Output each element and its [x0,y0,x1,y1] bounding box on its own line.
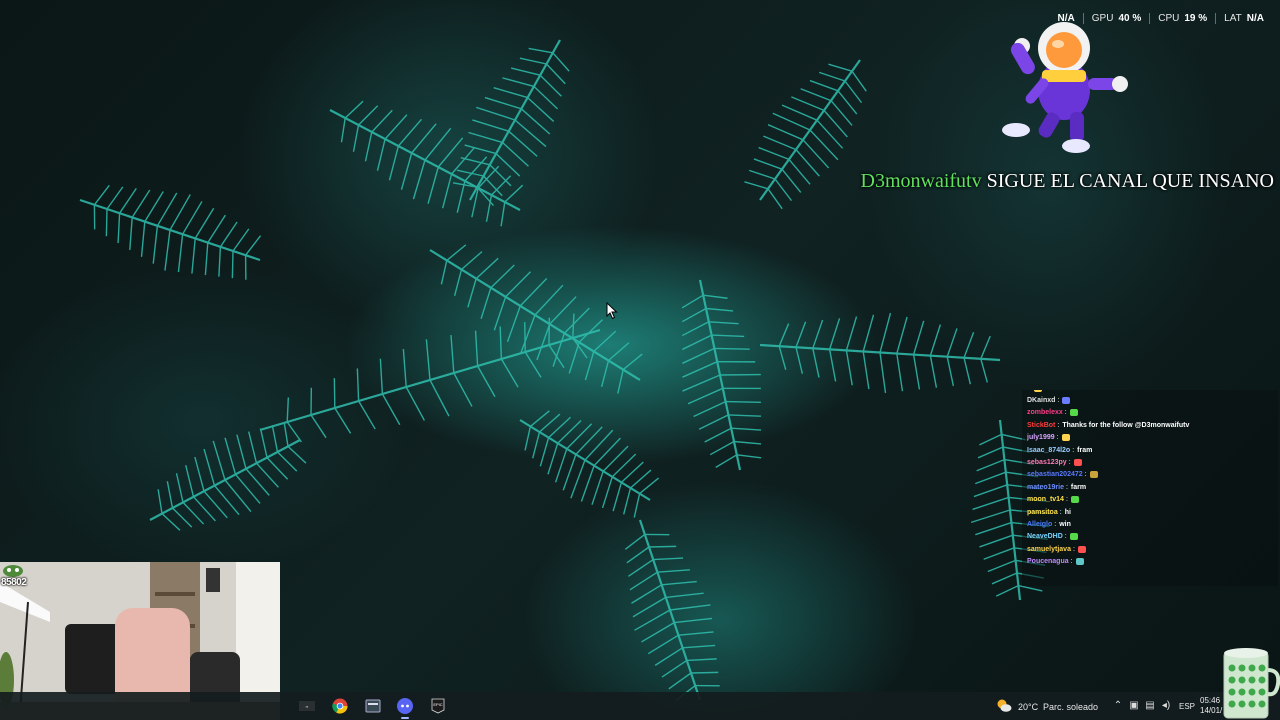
stat-latency: LAT N/A [1215,12,1272,24]
chrome-taskbar-button[interactable] [329,696,351,716]
chat-separator: : [1072,446,1075,454]
chat-username: Alleiglo [1027,520,1053,528]
follow-alert-text: D3monwaifutv SIGUE EL CANAL QUE INSANO [861,170,1274,193]
chat-text: win [1059,520,1071,528]
epic-games-taskbar-button[interactable]: EPIC [427,696,449,716]
chat-separator: : [1064,409,1067,417]
chat-emote-icon [1073,459,1082,467]
chat-separator: : [1084,471,1087,479]
chevron-up-icon[interactable]: ⌃ [1112,700,1124,712]
chat-username: DKainxd [1027,397,1056,405]
clock-date: 14/01/ [1200,706,1223,715]
weather-icon[interactable] [996,698,1012,714]
chat-separator: : [1057,421,1060,429]
stat-value: 19 % [1184,12,1208,24]
svg-text:EPIC: EPIC [433,702,442,707]
chrome-icon [332,698,348,714]
chat-separator: : [1064,533,1067,541]
stat-cpu: CPU 19 % [1149,12,1215,24]
chat-emote-icon [1062,397,1071,405]
chat-separator: : [1057,397,1060,405]
stat-label: LAT [1224,12,1242,24]
stream-chat-overlay: :DKainxd:zombelexx:StickBot:Thanks for t… [1022,390,1278,586]
language-indicator[interactable]: ESP [1179,702,1195,711]
chat-message: sebastian202472: [1022,469,1278,481]
chat-message: zombelexx: [1022,407,1278,419]
chat-username: mateo19rie [1027,483,1064,491]
file-explorer-taskbar-button[interactable] [362,696,384,716]
chat-message: mateo19rie: farm [1022,481,1278,493]
chat-separator: : [1065,483,1068,491]
chat-message: pamsitoa: hi [1022,506,1278,518]
tray-app-icon[interactable]: ▣ [1128,700,1140,712]
chat-message: sebas123py: [1022,456,1278,468]
chat-separator: : [1072,545,1075,553]
mouse-cursor-icon [606,302,618,320]
weather-description[interactable]: Parc. soleado [1043,702,1098,712]
emote-badge-icon [3,565,23,577]
alert-username: D3monwaifutv [860,170,982,192]
app-logo-icon: ▪▪ [299,701,315,711]
clock-time: 05:46 [1200,696,1221,705]
chat-username: sebastian202472 [1027,471,1083,479]
chat-message: july1999: [1022,432,1278,444]
chat-message: samuelytjava: [1022,543,1278,555]
weather-temperature[interactable]: 20°C [1018,702,1038,712]
chat-emote-icon [1061,434,1070,442]
chat-message: StickBot: Thanks for the follow @D3monwai… [1022,419,1278,431]
chat-emote-icon [1069,533,1078,541]
network-icon[interactable]: ▤ [1144,700,1156,712]
taskbar-clock[interactable]: 05:46 14/01/ [1200,696,1222,716]
chat-emote-icon [1089,471,1098,479]
astronaut-alert-image [1002,22,1128,153]
chat-username: Isaac_874l2o [1027,446,1071,454]
chat-text: fram [1077,446,1093,454]
chat-message: moon_tv14: [1022,494,1278,506]
chat-separator: : [1065,496,1068,504]
chat-username: zombelexx [1027,409,1063,417]
webcam-counter: 85802 [1,577,27,588]
chat-text: hi [1064,508,1071,516]
chat-username: moon_tv14 [1027,496,1064,504]
chat-emote-icon [1077,545,1086,553]
chat-separator: : [1029,390,1031,392]
chat-username: samuelytjava [1027,545,1071,553]
chat-username: sebas123py [1027,459,1067,467]
chat-username: NeaveDHD [1027,533,1063,541]
volume-icon[interactable]: ◂) [1160,700,1172,712]
chat-message: Poucenagua: [1022,555,1278,567]
stat-value: N/A [1246,12,1264,24]
alert-message: SIGUE EL CANAL QUE INSANO [986,170,1274,192]
chat-text: farm [1070,483,1087,491]
epic-games-icon: EPIC [431,698,445,714]
discord-icon [397,698,413,714]
taskbar-app-icon[interactable]: ▪▪ [296,696,318,716]
chat-separator: : [1056,434,1059,442]
discord-taskbar-button[interactable] [394,696,416,719]
chat-username: Poucenagua [1027,558,1069,566]
chat-separator: : [1054,520,1057,528]
chat-username: july1999 [1027,434,1055,442]
chat-emote-icon [1069,409,1078,417]
stat-label: CPU [1158,12,1180,24]
chat-separator: : [1068,459,1071,467]
chat-emote-icon [1033,390,1042,392]
chat-separator: : [1070,558,1073,566]
chat-text: Thanks for the follow @D3monwaifutv [1062,421,1190,429]
chat-separator: : [1059,508,1062,516]
chat-username: pamsitoa [1027,508,1058,516]
chat-emote-icon [1075,558,1084,566]
chat-message: Isaac_874l2o: fram [1022,444,1278,456]
chat-message: NeaveDHD: [1022,531,1278,543]
chat-username: StickBot [1027,421,1056,429]
chat-emote-icon [1070,496,1079,504]
cup-widget-image [1223,648,1280,719]
chat-message: DKainxd: [1022,394,1278,406]
chat-message: Alleiglo: win [1022,518,1278,530]
window-icon [365,699,381,713]
